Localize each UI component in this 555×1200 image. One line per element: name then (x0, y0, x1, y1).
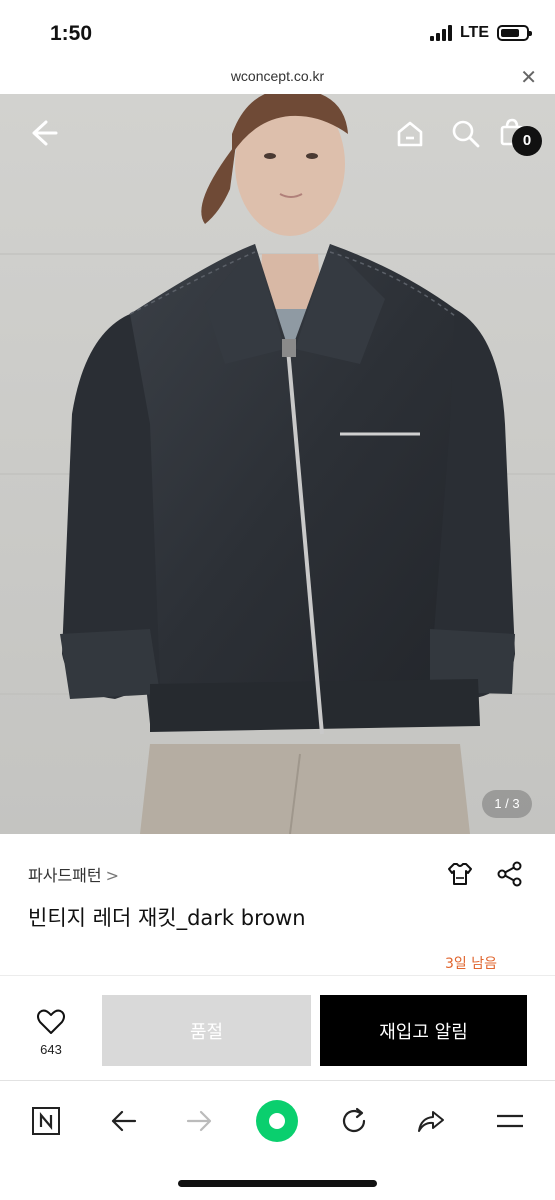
like-count: 643 (40, 1042, 62, 1057)
search-icon[interactable] (446, 114, 484, 152)
forward-icon[interactable] (178, 1099, 222, 1143)
product-title: 빈티지 레더 재킷_dark brown (28, 906, 306, 930)
reload-icon[interactable] (332, 1099, 376, 1143)
status-time: 1:50 (50, 22, 93, 45)
chevron-right-icon[interactable]: > (106, 866, 119, 885)
close-icon[interactable]: ✕ (520, 65, 537, 89)
signal-icon (429, 25, 452, 41)
menu-icon[interactable] (488, 1099, 532, 1143)
cart-count-badge[interactable]: 0 (512, 126, 542, 156)
network-label: LTE (459, 24, 489, 41)
product-info: 파사드패턴 > 빈티지 레더 재킷_dark brown 3일 남음 (0, 834, 555, 974)
product-actions (445, 859, 525, 893)
url-text[interactable]: wconcept.co.kr (0, 68, 555, 84)
share-icon[interactable] (495, 859, 525, 893)
size-guide-tshirt-icon[interactable] (445, 859, 475, 893)
status-bar: 1:50 LTE (0, 0, 555, 62)
action-bar: 643 품절 재입고 알림 (0, 976, 555, 1080)
image-counter: 1 / 3 (482, 790, 532, 818)
brand-link[interactable]: 파사드패턴 > (28, 862, 119, 886)
green-dot-icon[interactable] (255, 1099, 299, 1143)
product-photo (0, 94, 555, 834)
like-button[interactable]: 643 (22, 1008, 80, 1057)
sold-out-button[interactable]: 품절 (102, 995, 311, 1066)
remaining-days: 3일 남음 (445, 956, 497, 972)
url-bar[interactable]: wconcept.co.kr ✕ (0, 62, 555, 94)
back-arrow-icon[interactable] (24, 114, 62, 152)
restock-alert-button[interactable]: 재입고 알림 (320, 995, 527, 1066)
battery-icon (497, 25, 532, 41)
status-indicators: LTE (429, 24, 532, 42)
home-icon[interactable] (391, 114, 429, 152)
naver-n-icon[interactable] (24, 1099, 68, 1143)
brand-name[interactable]: 파사드패턴 (28, 866, 102, 885)
heart-icon[interactable] (36, 1008, 66, 1036)
share-arrow-icon[interactable] (409, 1099, 453, 1143)
home-indicator (178, 1180, 377, 1187)
product-image[interactable]: 0 1 / 3 (0, 94, 555, 834)
back-icon[interactable] (101, 1099, 145, 1143)
